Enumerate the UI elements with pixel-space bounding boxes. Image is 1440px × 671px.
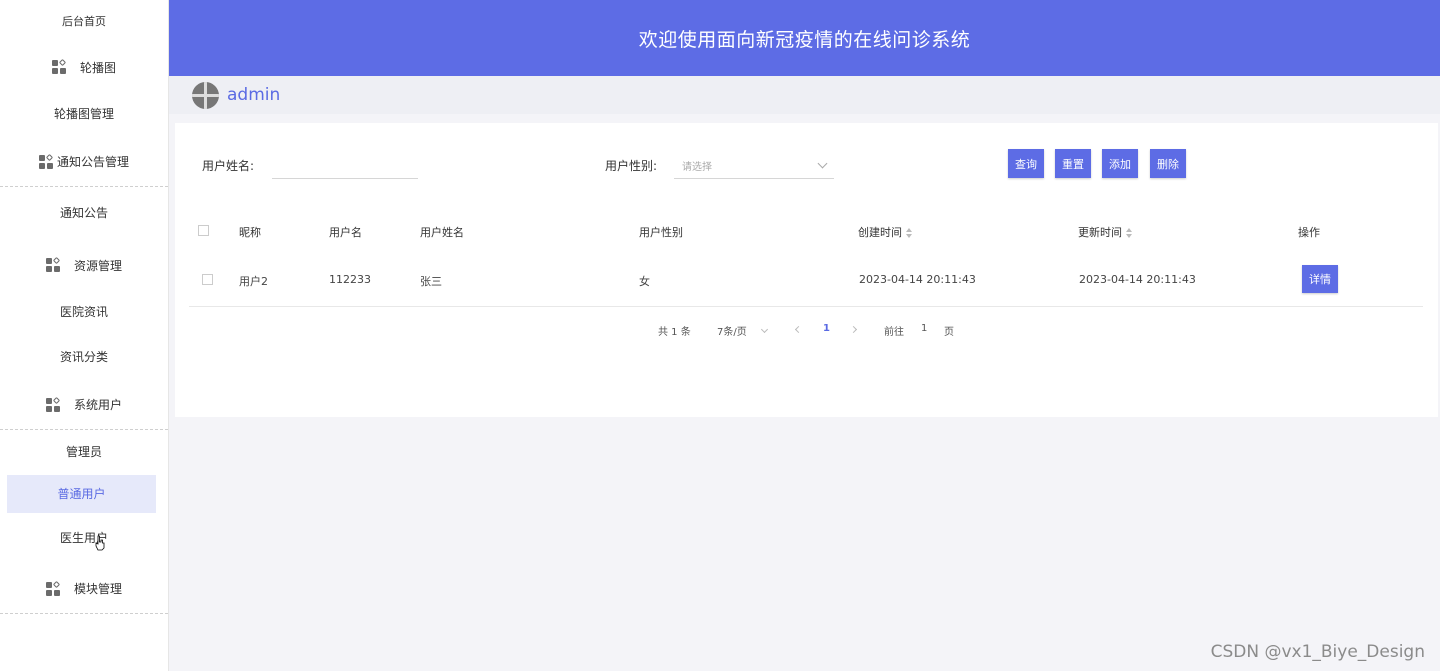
next-page-icon[interactable]: [849, 325, 858, 334]
sidebar-item-hospital-news[interactable]: 医院资讯: [0, 290, 168, 335]
apps-icon: [45, 396, 61, 412]
sort-icon[interactable]: [906, 228, 913, 238]
sidebar: 后台首页 轮播图 轮播图管理 通知公告管理 通知公告 资源管理 医院资讯 资讯分…: [0, 0, 169, 671]
name-search-label: 用户姓名:: [202, 159, 255, 173]
apps-icon: [45, 256, 61, 272]
page-number-current[interactable]: 1: [823, 323, 830, 334]
chevron-down-icon: [817, 158, 828, 169]
row-divider: [189, 306, 1423, 307]
column-header-actions: 操作: [1298, 226, 1320, 239]
cell-nickname: 用户2: [239, 275, 268, 288]
delete-button[interactable]: 删除: [1150, 149, 1186, 178]
sidebar-group-notice[interactable]: 通知公告管理: [0, 137, 168, 187]
sidebar-item-normal-user[interactable]: 普通用户: [7, 475, 156, 513]
column-header-label: 创建时间: [858, 226, 902, 239]
cell-realname: 张三: [420, 275, 442, 288]
page-header: 欢迎使用面向新冠疫情的在线问诊系统: [169, 0, 1440, 76]
column-header-nickname: 昵称: [239, 226, 261, 239]
username-label[interactable]: admin: [227, 85, 280, 105]
sidebar-group-users[interactable]: 系统用户: [0, 380, 168, 430]
apps-icon: [45, 580, 61, 596]
goto-page-input[interactable]: 1: [921, 323, 927, 334]
cell-updated: 2023-04-14 20:11:43: [1079, 273, 1196, 286]
sidebar-home[interactable]: 后台首页: [0, 0, 168, 42]
column-header-updated[interactable]: 更新时间: [1078, 224, 1133, 240]
sidebar-group-label: 资源管理: [73, 258, 122, 273]
avatar[interactable]: [192, 81, 219, 109]
sidebar-item-admin[interactable]: 管理员: [0, 430, 168, 475]
sidebar-group-label: 轮播图: [79, 60, 116, 75]
cell-created: 2023-04-14 20:11:43: [859, 273, 976, 286]
query-button[interactable]: 查询: [1008, 149, 1044, 178]
pagination-total: 共 1 条: [658, 327, 691, 338]
cell-username: 112233: [329, 273, 371, 286]
reset-button[interactable]: 重置: [1055, 149, 1091, 178]
hand-cursor-icon: [95, 535, 105, 551]
add-button[interactable]: 添加: [1102, 149, 1138, 178]
sidebar-item-carousel-manage[interactable]: 轮播图管理: [0, 92, 168, 137]
prev-page-icon[interactable]: [794, 325, 803, 334]
sidebar-group-resource[interactable]: 资源管理: [0, 240, 168, 290]
page-suffix: 页: [944, 327, 954, 338]
goto-label: 前往: [884, 327, 904, 338]
sidebar-item-doctor-user[interactable]: 医生用户: [0, 513, 168, 564]
column-header-gender: 用户性别: [639, 226, 683, 239]
gender-select[interactable]: 请选择: [674, 153, 834, 179]
column-header-realname: 用户姓名: [420, 226, 464, 239]
column-header-created[interactable]: 创建时间: [858, 224, 913, 240]
sidebar-item-news-category[interactable]: 资讯分类: [0, 335, 168, 380]
sidebar-item-notice[interactable]: 通知公告: [0, 187, 168, 240]
sidebar-group-carousel[interactable]: 轮播图: [0, 42, 168, 92]
page-title: 欢迎使用面向新冠疫情的在线问诊系统: [638, 28, 971, 51]
gender-select-placeholder: 请选择: [682, 162, 712, 173]
sidebar-group-label: 系统用户: [73, 398, 122, 412]
user-bar: admin: [169, 76, 1440, 114]
detail-button[interactable]: 详情: [1302, 265, 1338, 293]
gender-search-label: 用户性别:: [605, 159, 658, 173]
name-search-input[interactable]: [272, 153, 418, 179]
column-header-label: 更新时间: [1078, 226, 1122, 239]
user-list-panel: 用户姓名: 用户性别: 请选择 查询 重置 添加 删除 昵称 用户名 用户姓名 …: [175, 123, 1438, 417]
sort-icon[interactable]: [1126, 228, 1133, 238]
cell-gender: 女: [639, 275, 650, 288]
sidebar-group-module[interactable]: 模块管理: [0, 564, 168, 614]
watermark: CSDN @vx1_Biye_Design: [1210, 642, 1425, 662]
apps-icon: [51, 58, 67, 74]
chevron-down-icon[interactable]: [760, 325, 769, 334]
page-size-select[interactable]: 7条/页: [717, 323, 747, 338]
select-all-checkbox[interactable]: [198, 225, 209, 236]
column-header-username: 用户名: [329, 226, 362, 239]
row-checkbox[interactable]: [202, 274, 213, 285]
apps-icon: [38, 153, 54, 169]
sidebar-group-label: 通知公告管理: [56, 155, 129, 169]
sidebar-group-label: 模块管理: [73, 582, 122, 596]
